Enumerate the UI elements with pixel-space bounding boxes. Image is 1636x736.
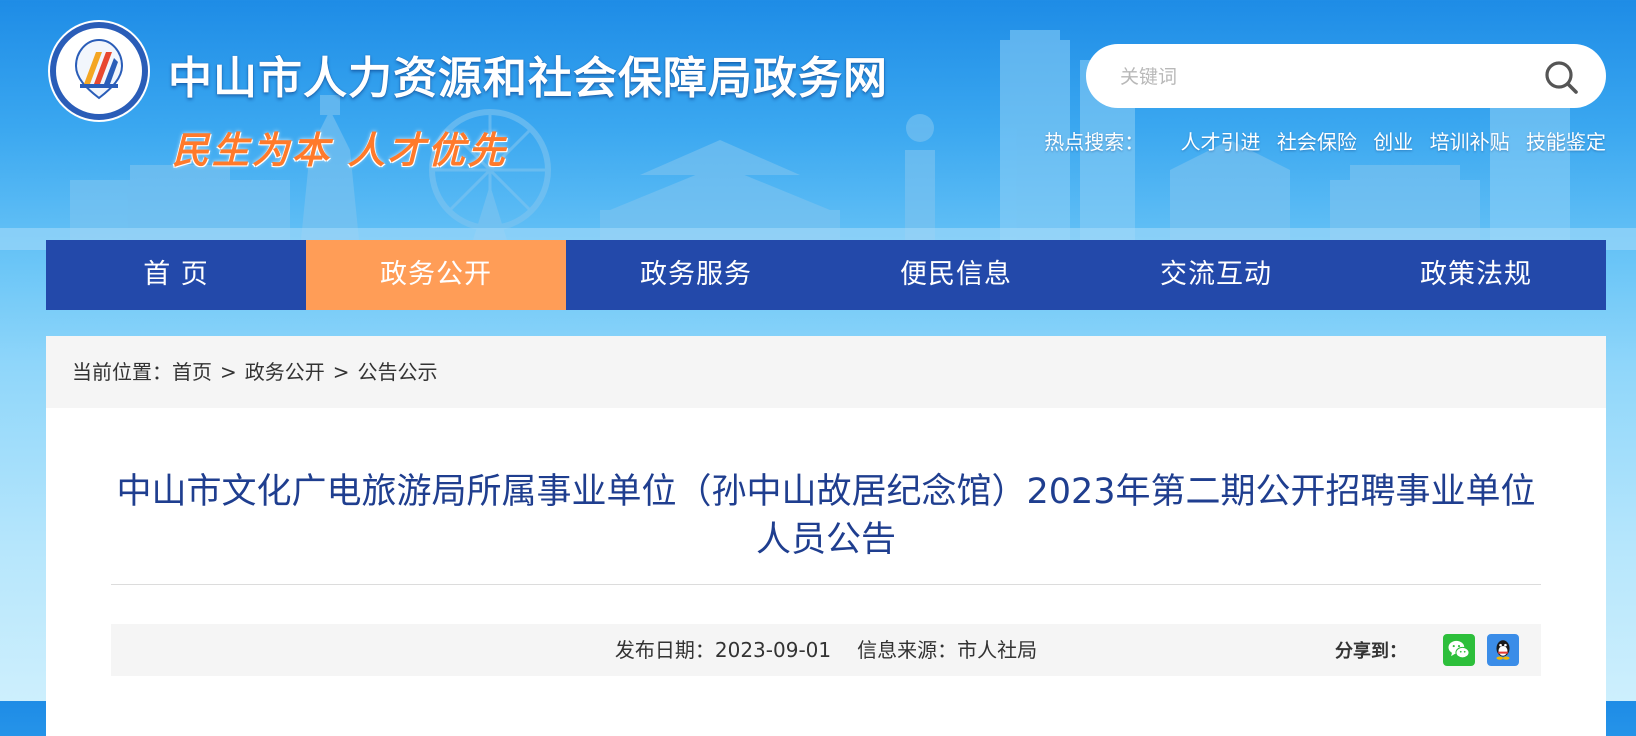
hot-search: 热点搜索： 人才引进 社会保险 创业 培训补贴 技能鉴定 bbox=[1044, 126, 1606, 155]
nav-item-government-services[interactable]: 政务服务 bbox=[566, 240, 826, 310]
nav-item-interaction[interactable]: 交流互动 bbox=[1086, 240, 1346, 310]
share-bar: 分享到： bbox=[1335, 634, 1519, 666]
hot-link-social-insurance[interactable]: 社会保险 bbox=[1277, 130, 1357, 154]
source: 市人社局 bbox=[957, 638, 1038, 662]
breadcrumb-home[interactable]: 首页 bbox=[172, 360, 212, 384]
hot-link-entrepreneurship[interactable]: 创业 bbox=[1373, 130, 1413, 154]
hot-search-label: 热点搜索： bbox=[1044, 130, 1145, 154]
content-panel: 当前位置：首页 > 政务公开 > 公告公示 中山市文化广电旅游局所属事业单位（孙中山故居… bbox=[46, 336, 1606, 736]
hrss-emblem-logo[interactable] bbox=[46, 18, 152, 124]
breadcrumb-separator: > bbox=[332, 360, 350, 384]
breadcrumb-government-affairs[interactable]: 政务公开 bbox=[245, 360, 325, 384]
breadcrumb-separator: > bbox=[220, 360, 237, 384]
qq-icon[interactable] bbox=[1487, 634, 1519, 666]
hot-link-skill-appraisal[interactable]: 技能鉴定 bbox=[1526, 130, 1606, 154]
nav-item-public-info[interactable]: 便民信息 bbox=[826, 240, 1086, 310]
source-label: 信息来源： bbox=[857, 638, 958, 662]
breadcrumb-prefix: 当前位置： bbox=[72, 360, 172, 384]
nav-item-policies[interactable]: 政策法规 bbox=[1346, 240, 1606, 310]
article-meta-bar: 发布日期：2023-09-01 信息来源：市人社局 分享到： bbox=[111, 624, 1541, 676]
site-title: 中山市人力资源和社会保障局政务网 bbox=[168, 53, 888, 104]
slogan: 民生为本 人才优先 bbox=[172, 128, 508, 172]
hot-link-talent[interactable]: 人才引进 bbox=[1181, 130, 1261, 154]
search-icon[interactable] bbox=[1542, 58, 1580, 96]
breadcrumb-announcements[interactable]: 公告公示 bbox=[358, 360, 438, 384]
main-nav: 首 页 政务公开 政务服务 便民信息 交流互动 政策法规 bbox=[46, 240, 1606, 310]
nav-item-government-affairs[interactable]: 政务公开 bbox=[306, 240, 566, 310]
hot-link-training-subsidy[interactable]: 培训补贴 bbox=[1430, 130, 1510, 154]
publish-date: 2023-09-01 bbox=[714, 638, 832, 662]
search-input[interactable] bbox=[1118, 58, 1522, 96]
publish-date-label: 发布日期： bbox=[614, 638, 715, 662]
article-meta: 发布日期：2023-09-01 信息来源：市人社局 bbox=[111, 624, 1541, 676]
nav-item-home[interactable]: 首 页 bbox=[46, 240, 306, 310]
search-box bbox=[1086, 44, 1606, 108]
title-divider bbox=[111, 584, 1541, 585]
wechat-icon[interactable] bbox=[1443, 634, 1475, 666]
article-title: 中山市文化广电旅游局所属事业单位（孙中山故居纪念馆）2023年第二期公开招聘事业… bbox=[116, 472, 1536, 560]
share-label: 分享到： bbox=[1335, 641, 1407, 662]
breadcrumb: 当前位置：首页 > 政务公开 > 公告公示 bbox=[46, 336, 1606, 408]
